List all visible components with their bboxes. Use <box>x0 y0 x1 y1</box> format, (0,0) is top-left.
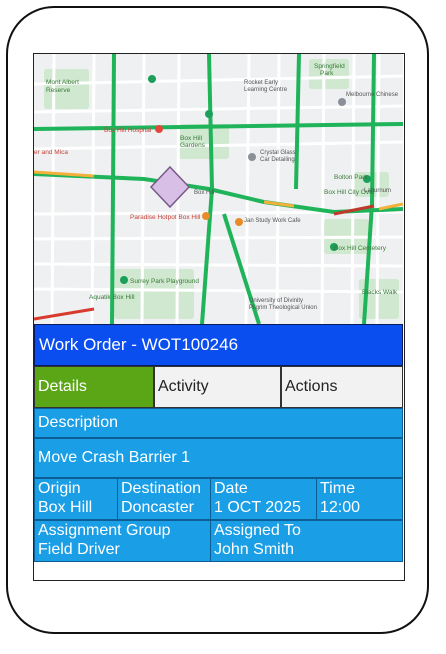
date-label: Date <box>214 480 248 497</box>
app-screen: Mont Albert Reserve Rocket Early Learnin… <box>33 53 405 581</box>
svg-text:Bolton Park: Bolton Park <box>334 174 368 181</box>
work-order-title: Work Order - WOT100246 <box>34 324 403 366</box>
svg-text:Pilgrim Theological Union: Pilgrim Theological Union <box>249 305 317 311</box>
description-label: Description <box>38 414 119 431</box>
svg-text:Box Hill: Box Hill <box>180 135 203 142</box>
tab-actions[interactable]: Actions <box>281 366 403 408</box>
origin-cell: Origin Box Hill <box>35 479 118 519</box>
origin-value: Box Hill <box>38 499 93 516</box>
map-view[interactable]: Mont Albert Reserve Rocket Early Learnin… <box>34 54 403 324</box>
map-canvas: Mont Albert Reserve Rocket Early Learnin… <box>34 54 403 324</box>
svg-text:Reserve: Reserve <box>46 87 71 94</box>
assigned-to-cell: Assigned To John Smith <box>211 521 404 561</box>
assigned-to-value: John Smith <box>214 541 295 558</box>
origin-label: Origin <box>38 480 81 497</box>
svg-text:Blacks Walk: Blacks Walk <box>362 289 398 296</box>
description-value: Move Crash Barrier 1 <box>38 449 191 466</box>
destination-value: Doncaster <box>121 499 194 516</box>
tab-bar: Details Activity Actions <box>34 366 403 408</box>
svg-text:Box Hill Hospital: Box Hill Hospital <box>104 127 152 134</box>
svg-text:Park: Park <box>320 70 334 77</box>
svg-text:Rocket Early: Rocket Early <box>244 80 278 86</box>
svg-text:Springfield: Springfield <box>314 63 345 70</box>
svg-text:Aquatik Box Hill: Aquatik Box Hill <box>89 294 135 301</box>
assignment-group-cell: Assignment Group Field Driver <box>35 521 211 561</box>
time-cell: Time 12:00 <box>317 479 404 519</box>
svg-text:Mont Albert: Mont Albert <box>46 79 79 86</box>
date-value: 1 OCT 2025 <box>214 499 301 516</box>
svg-text:University of Divinity: University of Divinity <box>249 298 303 304</box>
time-value: 12:00 <box>320 499 361 516</box>
svg-text:Box Hill: Box Hill <box>194 190 214 196</box>
svg-text:Car Detailing: Car Detailing <box>260 157 295 163</box>
svg-text:Gardens: Gardens <box>180 142 206 149</box>
assignment-group-value: Field Driver <box>38 541 120 558</box>
svg-text:er and Mica: er and Mica <box>34 149 68 156</box>
svg-text:Surrey Park Playground: Surrey Park Playground <box>130 278 199 285</box>
description-value-row: Move Crash Barrier 1 <box>34 438 403 478</box>
destination-label: Destination <box>121 480 202 497</box>
svg-text:Laburnum: Laburnum <box>364 188 391 194</box>
assigned-to-label: Assigned To <box>214 522 301 539</box>
svg-text:Paradise Hotpot Box Hill: Paradise Hotpot Box Hill <box>130 214 201 221</box>
origin-destination-date-time-row: Origin Box Hill Destination Doncaster Da… <box>34 478 403 520</box>
svg-text:Melbourne Chinese: Melbourne Chinese <box>346 92 399 98</box>
tab-activity[interactable]: Activity <box>154 366 281 408</box>
destination-cell: Destination Doncaster <box>118 479 211 519</box>
svg-text:Crystal Glass: Crystal Glass <box>260 150 296 156</box>
assignment-row: Assignment Group Field Driver Assigned T… <box>34 520 403 562</box>
assignment-group-label: Assignment Group <box>38 522 171 539</box>
svg-text:Jan Study Work Cafe: Jan Study Work Cafe <box>244 218 301 224</box>
date-cell: Date 1 OCT 2025 <box>211 479 317 519</box>
tab-details[interactable]: Details <box>34 366 154 408</box>
svg-text:Learning Centre: Learning Centre <box>244 87 288 93</box>
svg-text:Box Hill Cemetery: Box Hill Cemetery <box>334 245 387 252</box>
phone-frame: Mont Albert Reserve Rocket Early Learnin… <box>6 6 429 634</box>
time-label: Time <box>320 480 355 497</box>
description-label-row: Description <box>34 408 403 438</box>
